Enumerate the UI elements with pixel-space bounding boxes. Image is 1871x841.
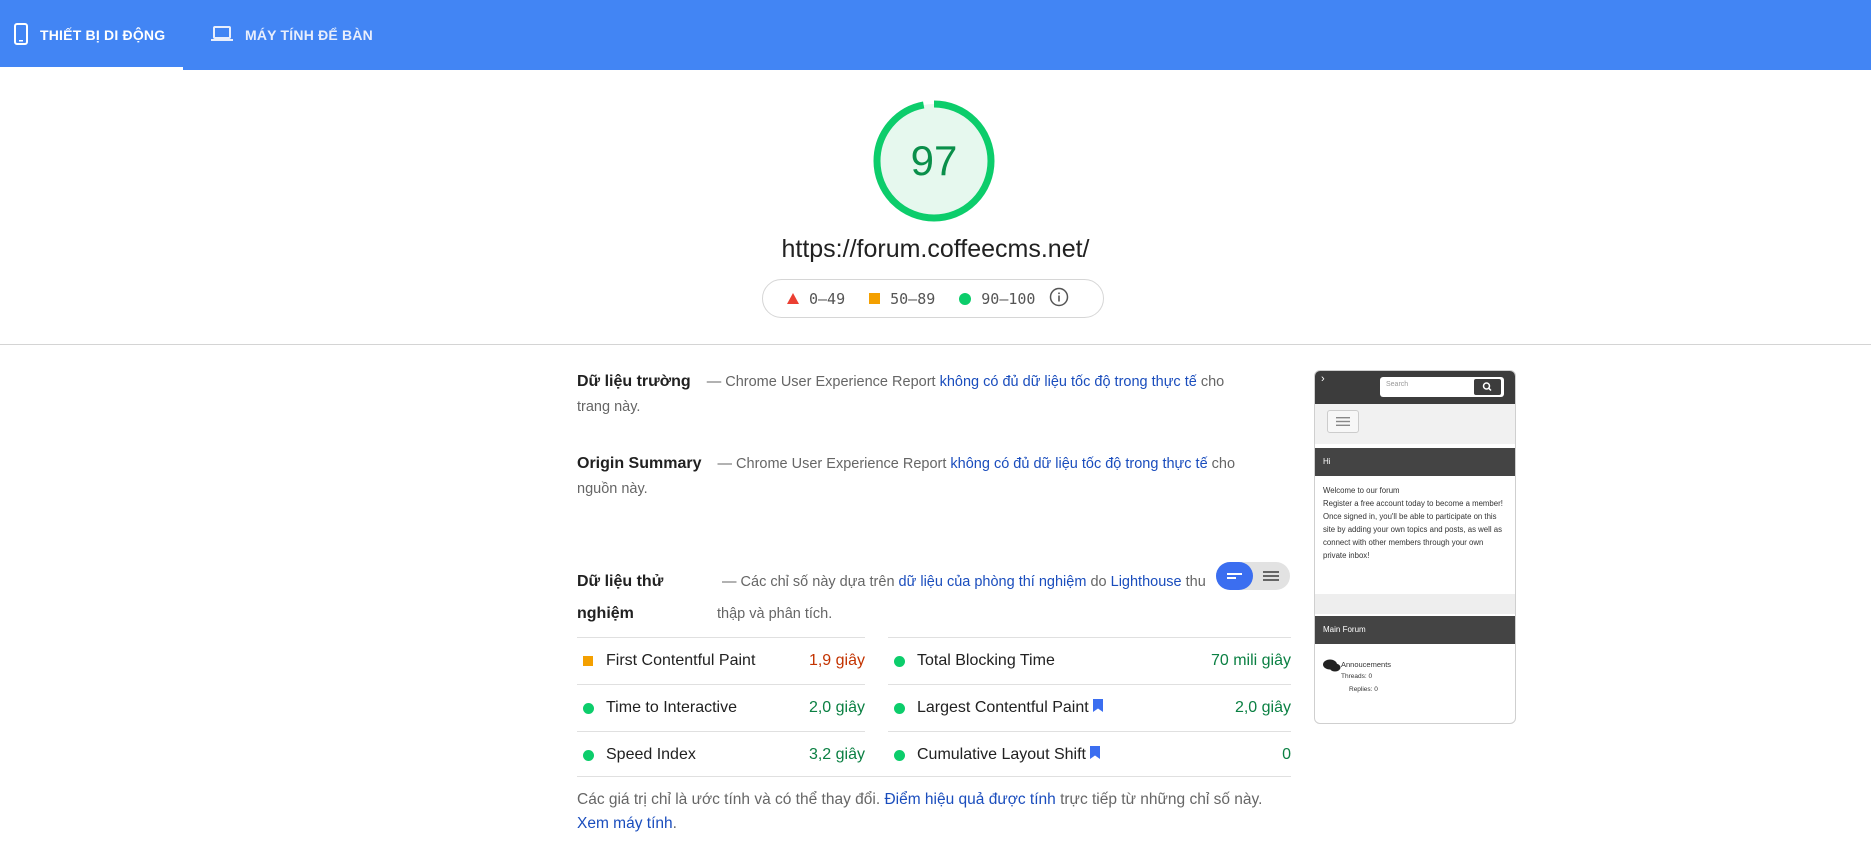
tab-mobile-label: THIẾT BỊ DI ĐỘNG — [40, 27, 166, 43]
thumb-threads: Threads: 0 — [1341, 673, 1373, 680]
field-data-link[interactable]: không có đủ dữ liệu tốc độ trong thực tế — [940, 374, 1197, 390]
score-legend: 0–49 50–89 90–100 — [762, 279, 1104, 318]
metric-lcp: Largest Contentful Paint 2,0 giây — [888, 684, 1291, 731]
lab-data-link[interactable]: dữ liệu của phòng thí nghiệm — [899, 574, 1087, 590]
metric-value: 3,2 giây — [808, 746, 865, 763]
metrics-view-toggle[interactable] — [1216, 562, 1290, 590]
origin-summary-link[interactable]: không có đủ dữ liệu tốc độ trong thực tế — [950, 456, 1207, 472]
toggle-compact-view[interactable] — [1216, 562, 1253, 590]
legend-pass-label: 90–100 — [981, 289, 1036, 308]
metric-label: Time to Interactive — [606, 699, 738, 716]
field-data-section: Dữ liệu trường — Chrome User Experience … — [577, 369, 1237, 420]
circle-icon — [959, 292, 972, 305]
page-screenshot-thumbnail: › Search Hi Welcome to our forum Registe… — [1314, 370, 1516, 724]
info-icon[interactable] — [1049, 287, 1069, 311]
pass-circle-icon — [582, 749, 594, 761]
laptop-icon — [211, 25, 233, 45]
forum-bubble-icon — [1323, 659, 1341, 672]
metric-fcp: First Contentful Paint 1,9 giây — [577, 637, 865, 684]
legend-pass: 90–100 — [959, 290, 1035, 308]
metric-value: 1,9 giây — [808, 652, 865, 669]
thumb-hi-bar: Hi — [1315, 448, 1515, 476]
average-square-icon — [582, 656, 594, 666]
legend-fail: 0–49 — [787, 290, 845, 308]
thumb-forum-item: Annoucements — [1341, 660, 1392, 669]
pass-circle-icon — [893, 749, 905, 761]
search-icon — [1482, 382, 1492, 392]
thumb-main-forum-bar: Main Forum — [1315, 616, 1515, 644]
origin-summary-section: Origin Summary — Chrome User Experience … — [577, 451, 1237, 502]
metric-label: Speed Index — [606, 746, 696, 763]
metric-tti: Time to Interactive 2,0 giây — [577, 684, 865, 731]
expanded-view-icon[interactable] — [1253, 562, 1290, 590]
pass-circle-icon — [893, 702, 905, 714]
score-calc-link[interactable]: Điểm hiệu quả được tính — [884, 791, 1055, 808]
metric-label-wrap: Largest Contentful Paint — [917, 698, 1235, 717]
bookmark-icon — [1089, 745, 1100, 764]
thumb-search-box: Search — [1380, 377, 1504, 397]
pass-circle-icon — [893, 655, 905, 667]
active-tab-indicator — [0, 67, 183, 70]
triangle-icon — [787, 293, 799, 304]
chevron-right-icon: › — [1321, 373, 1325, 385]
hamburger-menu-icon — [1327, 410, 1359, 433]
lab-data-title: Dữ liệu thử nghiệm — [577, 573, 664, 622]
metric-value: 2,0 giây — [1234, 699, 1291, 716]
smartphone-icon — [14, 22, 28, 48]
metric-label: Total Blocking Time — [917, 652, 1055, 669]
thumb-body-text: Register a free account today to become … — [1323, 499, 1503, 560]
metric-value: 2,0 giây — [808, 699, 865, 716]
tab-mobile[interactable]: THIẾT BỊ DI ĐỘNG — [0, 0, 183, 70]
thumb-welcome: Welcome to our forum — [1323, 486, 1400, 495]
metric-tbt: Total Blocking Time 70 mili giây — [888, 637, 1291, 684]
metric-label: First Contentful Paint — [606, 652, 756, 669]
metric-label-wrap: Cumulative Layout Shift — [917, 745, 1282, 764]
tab-desktop-label: MÁY TÍNH ĐỂ BÀN — [245, 27, 373, 43]
thumb-header: › Search — [1315, 371, 1515, 404]
bookmark-icon — [1092, 698, 1103, 717]
section-divider — [0, 344, 1871, 345]
lighthouse-link[interactable]: Lighthouse — [1111, 574, 1182, 590]
pass-circle-icon — [582, 702, 594, 714]
lab-data-mid: do — [1090, 574, 1107, 590]
field-data-title: Dữ liệu trường — [577, 373, 691, 390]
legend-average: 50–89 — [869, 290, 935, 308]
metric-label: Cumulative Layout Shift — [917, 746, 1086, 764]
tab-desktop[interactable]: MÁY TÍNH ĐỂ BÀN — [208, 0, 388, 70]
metric-label: Largest Contentful Paint — [917, 699, 1089, 717]
metric-value: 0 — [1282, 746, 1291, 763]
performance-score: 97 — [910, 137, 958, 184]
tested-url: https://forum.coffeecms.net/ — [781, 235, 1090, 263]
compact-view-icon — [1227, 573, 1242, 579]
thumb-gap — [1315, 594, 1515, 614]
device-tab-bar: THIẾT BỊ DI ĐỘNG MÁY TÍNH ĐỂ BÀN — [0, 0, 1871, 70]
square-icon — [869, 293, 881, 304]
note-suffix: . — [672, 815, 677, 832]
metric-value: 70 mili giây — [1210, 652, 1291, 669]
note-mid: trực tiếp từ những chỉ số này. — [1060, 791, 1263, 808]
calculator-link[interactable]: Xem máy tính — [577, 815, 673, 832]
thumb-replies: Replies: 0 — [1349, 686, 1378, 693]
origin-summary-title: Origin Summary — [577, 455, 702, 472]
thumb-search-button — [1474, 379, 1501, 395]
metric-si: Speed Index 3,2 giây — [577, 731, 865, 778]
field-data-prefix: — Chrome User Experience Report — [706, 374, 936, 390]
estimate-note: Các giá trị chỉ là ước tính và có thể th… — [577, 788, 1277, 836]
legend-fail-label: 0–49 — [809, 289, 846, 308]
legend-average-label: 50–89 — [890, 289, 936, 308]
note-prefix: Các giá trị chỉ là ước tính và có thể th… — [577, 791, 881, 808]
metric-cls: Cumulative Layout Shift 0 — [888, 731, 1291, 778]
lab-data-prefix: — Các chỉ số này dựa trên — [722, 574, 895, 590]
origin-summary-prefix: — Chrome User Experience Report — [717, 456, 947, 472]
metrics-divider — [577, 776, 1291, 777]
lab-data-description: — Các chỉ số này dựa trên dữ liệu của ph… — [717, 566, 1227, 630]
thumb-nav-strip — [1315, 404, 1515, 444]
thumb-search-placeholder: Search — [1386, 381, 1409, 388]
